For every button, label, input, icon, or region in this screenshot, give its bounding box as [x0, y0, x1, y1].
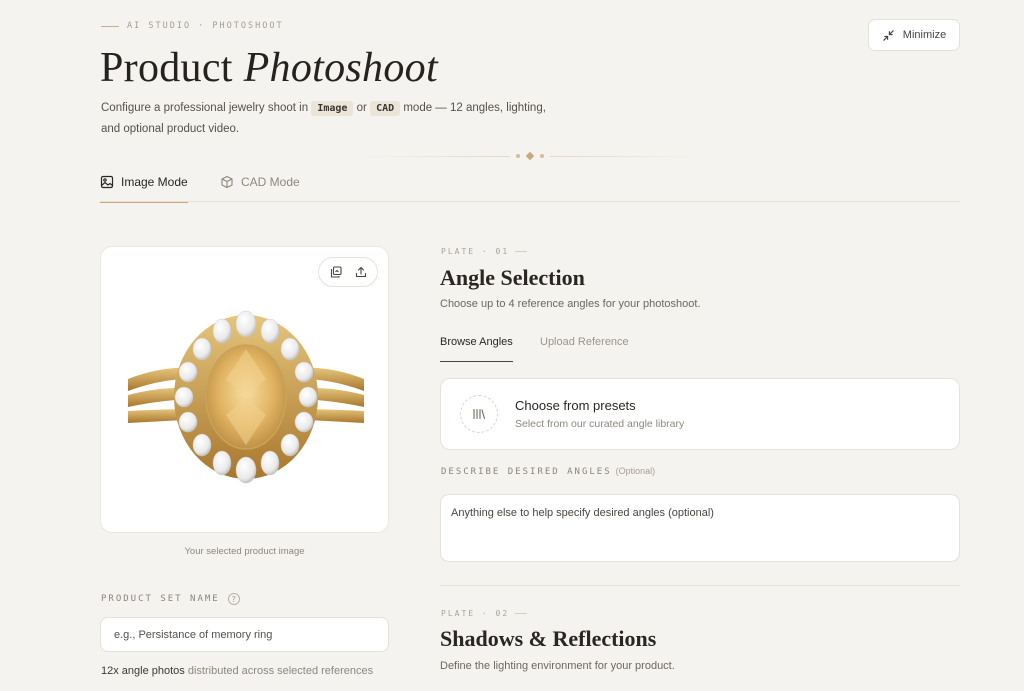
plate-02-label: PLATE · 02 [441, 609, 528, 618]
image-icon [100, 175, 114, 189]
angle-selection-subtitle: Choose up to 4 reference angles for your… [440, 298, 701, 310]
plate-01-text: PLATE · 01 [441, 247, 510, 256]
product-set-name-text: PRODUCT SET NAME [101, 594, 220, 604]
product-ring-image [128, 310, 364, 484]
help-icon[interactable]: ? [227, 593, 240, 605]
cube-icon [220, 175, 234, 189]
tab-image-mode[interactable]: Image Mode [100, 162, 188, 203]
angle-selection-title: Angle Selection [440, 265, 585, 290]
upload-icon[interactable] [355, 266, 367, 278]
minimize-button[interactable]: Minimize [868, 19, 960, 51]
ornament-divider [100, 150, 960, 162]
description-prefix: Configure a professional jewelry shoot i… [101, 102, 309, 114]
optional-tag: (Optional) [615, 466, 656, 476]
minimize-label: Minimize [902, 29, 947, 41]
choose-presets-card[interactable]: Choose from presets Select from our cura… [440, 378, 960, 450]
ornament-rule-left [360, 156, 510, 157]
plate-02-rule [515, 613, 528, 614]
angle-count-note: 12x angle photos distributed across sele… [101, 665, 373, 677]
tab-cad-mode-label: CAD Mode [241, 175, 300, 189]
ornament-dot-left [516, 154, 520, 158]
eyebrow-rule [101, 25, 119, 27]
tab-browse-angles[interactable]: Browse Angles [440, 336, 513, 362]
tab-image-mode-label: Image Mode [121, 175, 188, 189]
code-image: Image [311, 101, 354, 116]
shadows-subtitle: Define the lighting environment for your… [440, 660, 675, 672]
plate-01-rule [515, 251, 528, 252]
copy-icon[interactable] [330, 266, 342, 278]
page-title-italic: Photoshoot [243, 45, 438, 91]
shadows-title: Shadows & Reflections [440, 626, 657, 651]
ornament-diamond [525, 151, 535, 161]
mode-tabs: Image Mode CAD Mode [100, 162, 960, 203]
eyebrow: AI STUDIO · PHOTOSHOOT [101, 21, 284, 31]
page-title: Product Photoshoot [100, 44, 438, 92]
description-or: or [356, 102, 367, 114]
section-divider [440, 585, 960, 586]
product-image-card [100, 246, 389, 533]
image-actions [318, 257, 378, 287]
angle-count-rest: distributed across selected references [187, 665, 374, 677]
eyebrow-text: AI STUDIO · PHOTOSHOOT [127, 21, 284, 31]
library-icon [460, 395, 498, 433]
preset-title: Choose from presets [515, 398, 636, 413]
minimize-icon [882, 29, 895, 42]
plate-02-text: PLATE · 02 [441, 609, 510, 618]
describe-angles-label: DESCRIBE DESIRED ANGLES (Optional) [441, 466, 655, 477]
page-description: Configure a professional jewelry shoot i… [101, 98, 561, 139]
describe-angles-text: DESCRIBE DESIRED ANGLES [441, 467, 612, 477]
describe-angles-textarea[interactable] [440, 494, 960, 562]
product-set-name-input[interactable] [100, 617, 389, 652]
tab-upload-reference[interactable]: Upload Reference [540, 336, 629, 348]
product-image-caption: Your selected product image [184, 546, 305, 557]
code-cad: CAD [370, 101, 401, 116]
ornament-rule-right [550, 156, 700, 157]
product-set-name-label: PRODUCT SET NAME ? [101, 593, 240, 605]
plate-01-label: PLATE · 01 [441, 247, 528, 256]
ornament-dot-right [540, 154, 544, 158]
page-title-plain: Product [100, 45, 233, 91]
tab-cad-mode[interactable]: CAD Mode [220, 162, 300, 202]
preset-subtitle: Select from our curated angle library [515, 418, 685, 430]
angle-count-bold: 12x angle photos [101, 665, 185, 677]
